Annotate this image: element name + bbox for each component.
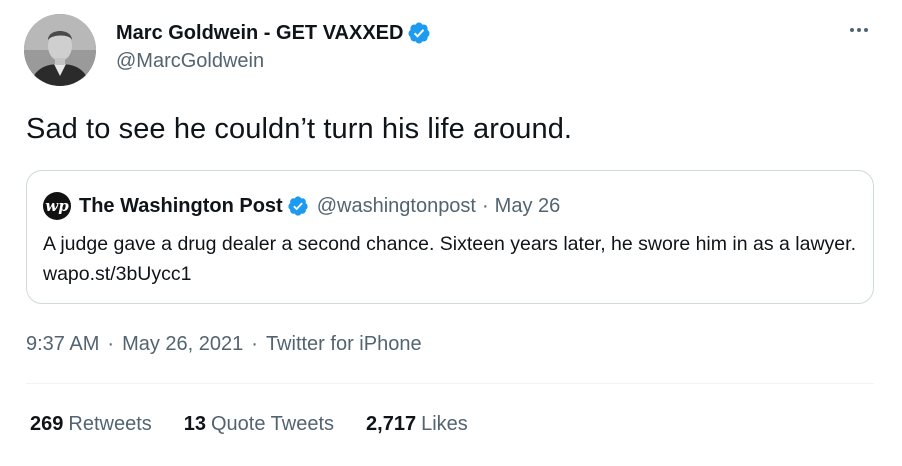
divider (26, 383, 874, 384)
washington-post-logo: wp (43, 192, 71, 220)
quoted-display-name: The Washington Post (79, 194, 283, 217)
retweets-count: 269 (30, 413, 64, 435)
meta-separator: · (107, 333, 115, 355)
more-dot (864, 28, 868, 32)
tweet-text: Sad to see he couldn’t turn his life aro… (26, 113, 573, 145)
tweet-source[interactable]: Twitter for iPhone (266, 333, 422, 356)
quote-tweets-stat[interactable]: 13 Quote Tweets (184, 413, 334, 436)
likes-label: Likes (421, 413, 468, 435)
tweet-date[interactable]: May 26, 2021 (122, 333, 243, 356)
author-handle[interactable]: @MarcGoldwein (116, 50, 264, 73)
tweet-time[interactable]: 9:37 AM (26, 333, 99, 356)
quote-tweets-count: 13 (183, 413, 206, 435)
verified-badge-icon (287, 195, 309, 217)
quoted-tweet-card[interactable]: wp The Washington Post @washingtonpost ·… (26, 170, 874, 304)
avatar-photo (24, 14, 96, 86)
quoted-tweet-text: A judge gave a drug dealer a second chan… (43, 233, 856, 285)
more-dot (857, 28, 861, 32)
meta-separator: · (251, 333, 258, 355)
author-display-name[interactable]: Marc Goldwein - GET VAXXED (116, 22, 403, 45)
tweet-meta: 9:37 AM · May 26, 2021 · Twitter for iPh… (26, 333, 422, 356)
quoted-handle: @washingtonpost (316, 194, 476, 217)
quoted-date: May 26 (494, 194, 561, 217)
retweets-label: Retweets (68, 413, 152, 435)
engagement-stats: 269 Retweets 13 Quote Tweets 2,717 Likes (30, 413, 500, 436)
quoted-tweet-header: wp The Washington Post @washingtonpost ·… (43, 192, 561, 220)
likes-count: 2,717 (366, 413, 417, 435)
likes-stat[interactable]: 2,717 Likes (366, 413, 468, 436)
quoted-separator: · (482, 194, 489, 217)
retweets-stat[interactable]: 269 Retweets (30, 413, 152, 436)
more-dot (850, 28, 854, 32)
quote-tweets-label: Quote Tweets (211, 413, 335, 435)
author-name-row[interactable]: Marc Goldwein - GET VAXXED (116, 20, 431, 46)
avatar[interactable] (24, 14, 96, 86)
more-options-icon[interactable] (846, 24, 872, 36)
verified-badge-icon (407, 21, 431, 45)
